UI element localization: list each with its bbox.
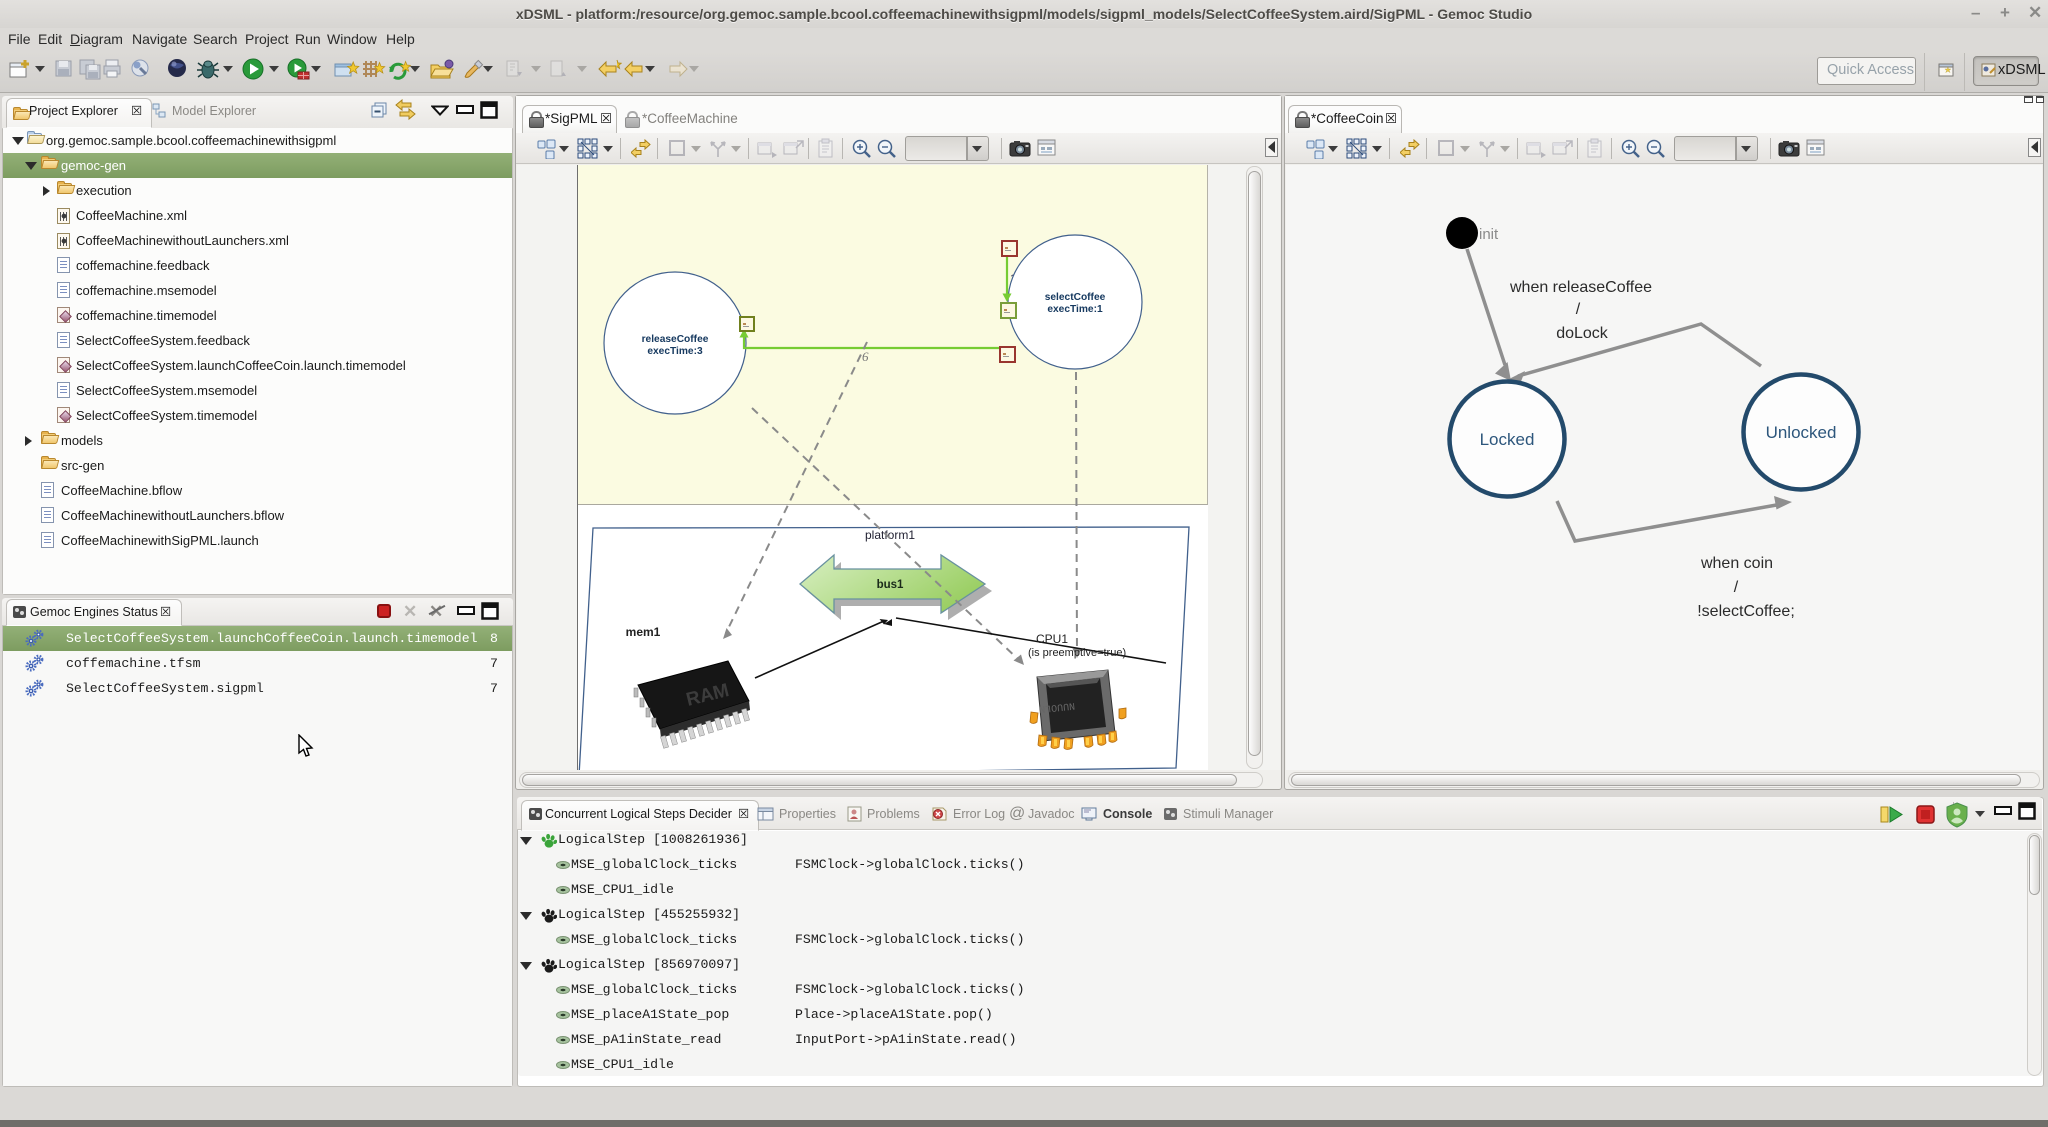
svg-text:doLock: doLock <box>1556 325 1609 342</box>
svg-text:platform1: platform1 <box>865 528 915 542</box>
svg-text:when coin: when coin <box>1700 555 1773 572</box>
svg-text:when releaseCoffee: when releaseCoffee <box>1509 279 1652 296</box>
svg-text:init: init <box>1479 226 1499 243</box>
svg-text:bus1: bus1 <box>877 579 904 591</box>
svg-text:!selectCoffee;: !selectCoffee; <box>1697 603 1795 620</box>
svg-text:execTime:1: execTime:1 <box>1047 304 1103 315</box>
svg-text:Locked: Locked <box>1480 430 1535 449</box>
svg-text:mem1: mem1 <box>626 625 661 639</box>
svg-text:6: 6 <box>862 349 869 364</box>
svg-text:/: / <box>1576 301 1581 318</box>
svg-text:releaseCoffee: releaseCoffee <box>642 334 709 345</box>
svg-text:(is preemptive=true): (is preemptive=true) <box>1028 647 1126 659</box>
svg-text:CPU1: CPU1 <box>1036 632 1068 646</box>
svg-text:execTime:3: execTime:3 <box>647 346 703 357</box>
svg-text:Unlocked: Unlocked <box>1766 423 1837 442</box>
svg-text:selectCoffee: selectCoffee <box>1045 292 1106 303</box>
svg-text:/: / <box>1734 579 1739 596</box>
